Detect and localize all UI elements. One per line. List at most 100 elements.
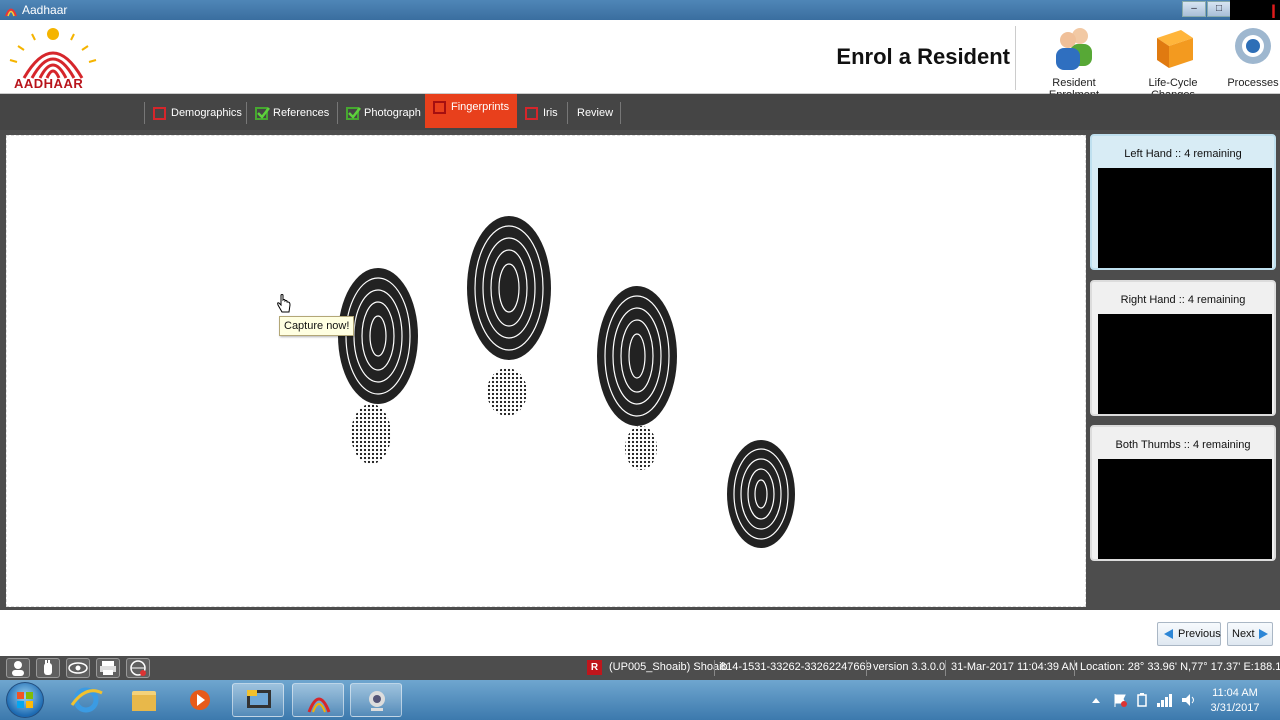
header-divider [1015, 26, 1016, 90]
volume-icon[interactable] [1180, 692, 1196, 708]
page-title: Enrol a Resident [836, 44, 1010, 69]
processes-icon [1235, 28, 1271, 64]
printer-icon [100, 661, 116, 675]
previous-label: Previous [1178, 628, 1221, 640]
fingerprint-image [338, 268, 418, 464]
tab-label: Demographics [171, 107, 242, 119]
tab-label: Review [577, 107, 614, 119]
internet-explorer-icon [70, 687, 103, 713]
navigation-strip: Previous Next [0, 610, 1280, 656]
status-badge: R [587, 660, 602, 675]
windows-logo-icon [17, 692, 33, 708]
power-icon[interactable] [1134, 692, 1150, 708]
taskbar-cashier-app[interactable] [232, 683, 284, 717]
action-center-flag-icon[interactable] [1112, 692, 1128, 708]
fingerprint-canvas[interactable] [6, 135, 1086, 607]
incomplete-checkbox-icon [525, 107, 538, 120]
processes-button[interactable]: Processes [1226, 24, 1280, 89]
tab-review[interactable]: Review [567, 102, 621, 124]
operator-name: (UP005_Shoaib) Shoaib [609, 661, 728, 673]
incomplete-checkbox-icon [433, 101, 446, 114]
taskbar-file-explorer[interactable] [118, 683, 170, 717]
tab-label: Photograph [364, 107, 421, 119]
status-bar: R (UP005_Shoaib) Shoaib 814-1531-33262-3… [0, 656, 1280, 680]
taskbar-capture-app[interactable] [350, 683, 402, 717]
iris-device-icon[interactable] [66, 658, 90, 678]
hand-icon [44, 660, 52, 675]
folder-icon [132, 691, 156, 711]
clock-time: 11:04 AM [1212, 687, 1258, 699]
enrolment-id: 814-1531-33262-33262247669 [720, 661, 872, 673]
software-version: version 3.3.0.0 [873, 661, 946, 673]
gps-location: Location: 28° 33.96' N,77° 17.37' E:188.… [1080, 661, 1280, 673]
status-divider [945, 660, 946, 676]
arrow-left-icon [1164, 629, 1173, 639]
taskbar-aadhaar[interactable] [292, 683, 344, 717]
panel-title: Both Thumbs :: 4 remaining [1115, 439, 1251, 451]
life-cycle-changes-icon [1157, 30, 1193, 68]
next-button[interactable]: Next [1227, 622, 1273, 646]
tab-label: Iris [543, 107, 558, 119]
taskbar-internet-explorer[interactable] [60, 683, 112, 717]
processes-label: Processes [1227, 77, 1279, 89]
tab-iris[interactable]: Iris [517, 102, 566, 124]
windows-taskbar: 11:04 AM 3/31/2017 [0, 680, 1280, 720]
printer-device-icon[interactable] [96, 658, 120, 678]
window-title-bar: Aadhaar – □ l [0, 0, 1280, 28]
left-hand-panel[interactable]: Left Hand :: 4 remaining [1090, 134, 1276, 270]
both-thumbs-preview [1098, 459, 1272, 559]
eye-icon [68, 662, 88, 674]
fingerprint-image [597, 286, 677, 470]
taskbar-media-player[interactable] [174, 683, 226, 717]
tab-fingerprints[interactable]: Fingerprints [425, 94, 518, 128]
person-icon [12, 661, 24, 676]
right-hand-panel[interactable]: Right Hand :: 4 remaining [1090, 280, 1276, 416]
maximize-button[interactable]: □ [1207, 1, 1231, 17]
aadhaar-app-icon [5, 8, 17, 17]
gps-device-icon[interactable] [126, 658, 150, 678]
capture-area: Left Hand :: 4 remaining Right Hand :: 4… [0, 130, 1280, 610]
life-cycle-changes-button[interactable]: Life-Cycle Changes [1126, 24, 1220, 101]
arrow-right-icon [1259, 629, 1268, 639]
tab-label: Fingerprints [451, 101, 510, 113]
start-button[interactable] [6, 682, 44, 718]
tab-demographics[interactable]: Demographics [144, 102, 250, 124]
computer-icon [247, 690, 271, 708]
status-datetime: 31-Mar-2017 11:04:39 AM [951, 661, 1078, 673]
previous-button[interactable]: Previous [1157, 622, 1221, 646]
show-hidden-icons-icon[interactable] [1090, 694, 1102, 706]
incomplete-checkbox-icon [153, 107, 166, 120]
fingerprint-device-icon[interactable] [36, 658, 60, 678]
resident-enrolment-icon [1056, 28, 1092, 70]
globe-icon [130, 660, 146, 676]
tab-label: References [273, 107, 330, 119]
taskbar-clock[interactable]: 11:04 AM 3/31/2017 [1206, 686, 1264, 716]
next-label: Next [1232, 628, 1255, 640]
aadhaar-logo-text: AADHAAR [14, 76, 84, 91]
both-thumbs-panel[interactable]: Both Thumbs :: 4 remaining [1090, 425, 1276, 561]
network-signal-icon[interactable] [1156, 692, 1172, 708]
capture-tooltip: Capture now! [279, 316, 355, 336]
fingerprint-scans [338, 216, 795, 548]
aadhaar-app-icon [307, 697, 331, 713]
fingerprint-image [727, 440, 795, 548]
minimize-button[interactable]: – [1182, 1, 1206, 17]
resident-icon[interactable] [6, 658, 30, 678]
tab-divider [620, 102, 621, 124]
checkmark-icon [257, 107, 270, 119]
hand-cursor-icon [277, 294, 291, 313]
clock-date: 3/31/2017 [1210, 702, 1260, 714]
tab-references[interactable]: References [246, 102, 337, 124]
right-hand-preview [1098, 314, 1272, 414]
left-hand-preview [1098, 168, 1272, 268]
tab-photograph[interactable]: Photograph [337, 102, 429, 124]
webcam-icon [369, 691, 385, 711]
checkmark-icon [348, 107, 361, 119]
status-divider [714, 660, 715, 676]
resident-enrolment-button[interactable]: Resident Enrolment [1028, 24, 1120, 101]
status-divider [1074, 660, 1075, 676]
window-title: Aadhaar [22, 3, 68, 17]
panel-title: Right Hand :: 4 remaining [1120, 294, 1246, 306]
enrolment-tab-bar: Demographics References Photograph Finge… [0, 94, 1280, 130]
panel-title: Left Hand :: 4 remaining [1124, 148, 1242, 160]
